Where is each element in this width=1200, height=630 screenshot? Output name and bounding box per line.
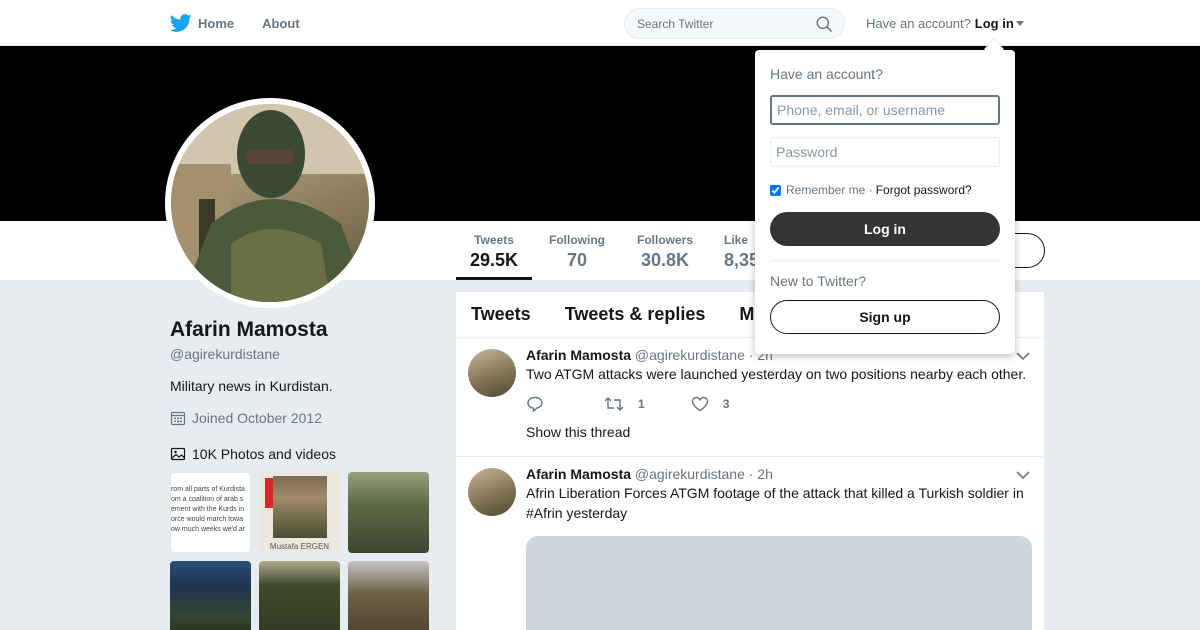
search-box[interactable] bbox=[624, 8, 845, 39]
stat-tweets-label: Tweets bbox=[474, 233, 514, 247]
thumb-text-line: ement with the Kurds in bbox=[171, 506, 245, 513]
retweet-count: 1 bbox=[638, 397, 645, 411]
remember-checkbox[interactable] bbox=[770, 184, 781, 196]
tweet-text: Two ATGM attacks were launched yesterday… bbox=[526, 366, 1027, 382]
profile-bio: Military news in Kurdistan. bbox=[170, 378, 333, 394]
nav-about-link[interactable]: About bbox=[262, 0, 300, 46]
photos-videos-label: 10K Photos and videos bbox=[192, 446, 336, 462]
new-to-twitter-text: New to Twitter? bbox=[770, 273, 867, 289]
tweet[interactable]: Afarin Mamosta @agirekurdistane · 2h Two… bbox=[456, 338, 1044, 457]
profile-handle[interactable]: @agirekurdistane bbox=[170, 346, 280, 362]
tweet-author-name[interactable]: Afarin Mamosta bbox=[526, 466, 631, 482]
thumb-text-line: ow much weeks we'd ar bbox=[171, 526, 246, 533]
tweet-author-handle[interactable]: @agirekurdistane bbox=[635, 466, 745, 482]
photo-thumbnail[interactable] bbox=[348, 472, 429, 553]
account-prompt: Have an account? Log in bbox=[866, 16, 1024, 31]
caret-down-icon bbox=[1015, 21, 1024, 26]
heart-icon bbox=[691, 396, 708, 412]
nav-home-link[interactable]: Home bbox=[170, 0, 234, 46]
login-dropdown: Have an account? Remember me · Forgot pa… bbox=[755, 50, 1015, 354]
photo-thumbnail[interactable] bbox=[170, 561, 251, 630]
thumb-text-line: orce would march towa bbox=[171, 516, 243, 523]
remember-label[interactable]: Remember me · bbox=[786, 183, 873, 197]
stat-tweets-value: 29.5K bbox=[470, 250, 519, 270]
portrait-photo bbox=[273, 476, 327, 538]
profile-avatar[interactable] bbox=[165, 98, 375, 308]
nav-left: Home About bbox=[170, 0, 328, 46]
stat-likes-value: 8,35 bbox=[724, 250, 760, 270]
photo-thumbnail[interactable]: rom all parts of Kurdista om a coalition… bbox=[170, 472, 251, 553]
stat-likes[interactable]: Like 8,35 bbox=[724, 233, 760, 271]
tweet-media[interactable] bbox=[526, 536, 1032, 630]
stat-followers[interactable]: Followers 30.8K bbox=[636, 233, 694, 271]
joined-text: Joined October 2012 bbox=[192, 410, 322, 426]
like-action[interactable]: 3 bbox=[691, 396, 730, 412]
thumb-text-line: om a coalition of arab s bbox=[171, 496, 244, 503]
account-prompt-text: Have an account? bbox=[866, 16, 971, 31]
photos-videos-header[interactable]: 10K Photos and videos bbox=[170, 446, 336, 462]
remember-row: Remember me · Forgot password? bbox=[770, 183, 972, 197]
tweet-text: Afrin Liberation Forces ATGM footage of … bbox=[526, 485, 1024, 521]
dropdown-title: Have an account? bbox=[770, 66, 883, 82]
tab-media[interactable]: M bbox=[739, 304, 754, 325]
forgot-password-link[interactable]: Forgot password? bbox=[876, 183, 972, 197]
calendar-icon bbox=[170, 411, 186, 426]
stat-followers-label: Followers bbox=[636, 233, 693, 247]
tweet-actions: 1 3 bbox=[526, 396, 1030, 412]
photo-thumbnail[interactable] bbox=[348, 561, 429, 630]
chevron-down-icon[interactable] bbox=[1016, 351, 1030, 361]
reply-action[interactable] bbox=[526, 396, 558, 412]
tab-tweets-replies[interactable]: Tweets & replies bbox=[565, 304, 706, 325]
photo-thumbnail[interactable] bbox=[259, 561, 340, 630]
twitter-bird-icon bbox=[170, 14, 192, 32]
tweet-time[interactable]: · 2h bbox=[749, 466, 773, 482]
profile-name: Afarin Mamosta bbox=[170, 318, 328, 341]
image-icon bbox=[170, 447, 186, 461]
tweet-body: Afarin Mamosta @agirekurdistane · 2h Afr… bbox=[526, 466, 1030, 523]
tweet-author-name[interactable]: Afarin Mamosta bbox=[526, 347, 631, 363]
tweet-header: Afarin Mamosta @agirekurdistane · 2h bbox=[526, 466, 1030, 482]
retweet-action[interactable]: 1 bbox=[604, 396, 645, 412]
tab-tweets[interactable]: Tweets bbox=[471, 304, 531, 325]
stat-tweets[interactable]: Tweets 29.5K bbox=[456, 233, 532, 280]
stat-following[interactable]: Following 70 bbox=[548, 233, 606, 271]
tweet[interactable]: Afarin Mamosta @agirekurdistane · 2h Afr… bbox=[456, 457, 1044, 630]
login-menu-link[interactable]: Log in bbox=[975, 16, 1024, 31]
nav-home-label: Home bbox=[198, 15, 235, 31]
login-button[interactable]: Log in bbox=[770, 212, 1000, 246]
avatar-image bbox=[171, 104, 369, 302]
stat-following-value: 70 bbox=[566, 250, 588, 270]
photo-thumbnail-grid: rom all parts of Kurdista om a coalition… bbox=[170, 472, 430, 630]
search-input[interactable] bbox=[637, 16, 797, 31]
profile-joined: Joined October 2012 bbox=[170, 410, 322, 426]
photo-thumbnail[interactable]: Mustafa ERGEN bbox=[259, 472, 340, 553]
password-field[interactable] bbox=[770, 137, 1000, 167]
login-menu-label: Log in bbox=[974, 16, 1014, 31]
top-navigation-bar: Home About Have an account?Log in bbox=[0, 0, 1200, 46]
like-count: 3 bbox=[722, 397, 730, 411]
tweet-avatar[interactable] bbox=[468, 349, 516, 397]
stat-likes-label: Like bbox=[724, 233, 749, 247]
avatar-photo bbox=[171, 104, 369, 302]
search-icon[interactable] bbox=[816, 16, 832, 32]
show-thread-link[interactable]: Show this thread bbox=[526, 424, 1030, 440]
stat-following-label: Following bbox=[549, 233, 605, 247]
tweet-avatar[interactable] bbox=[468, 468, 516, 516]
stat-followers-value: 30.8K bbox=[640, 250, 690, 270]
username-field[interactable] bbox=[770, 95, 1000, 125]
thumb-caption: Mustafa ERGEN bbox=[269, 542, 330, 551]
reply-icon bbox=[527, 396, 543, 412]
divider bbox=[770, 260, 1000, 261]
tweet-author-handle[interactable]: @agirekurdistane bbox=[635, 347, 745, 363]
tweet-body: Afarin Mamosta @agirekurdistane · 2h Two… bbox=[526, 347, 1030, 440]
thumb-text-line: rom all parts of Kurdista bbox=[171, 486, 245, 493]
chevron-down-icon[interactable] bbox=[1016, 470, 1030, 480]
retweet-icon bbox=[604, 397, 624, 411]
signup-button[interactable]: Sign up bbox=[770, 300, 1000, 334]
